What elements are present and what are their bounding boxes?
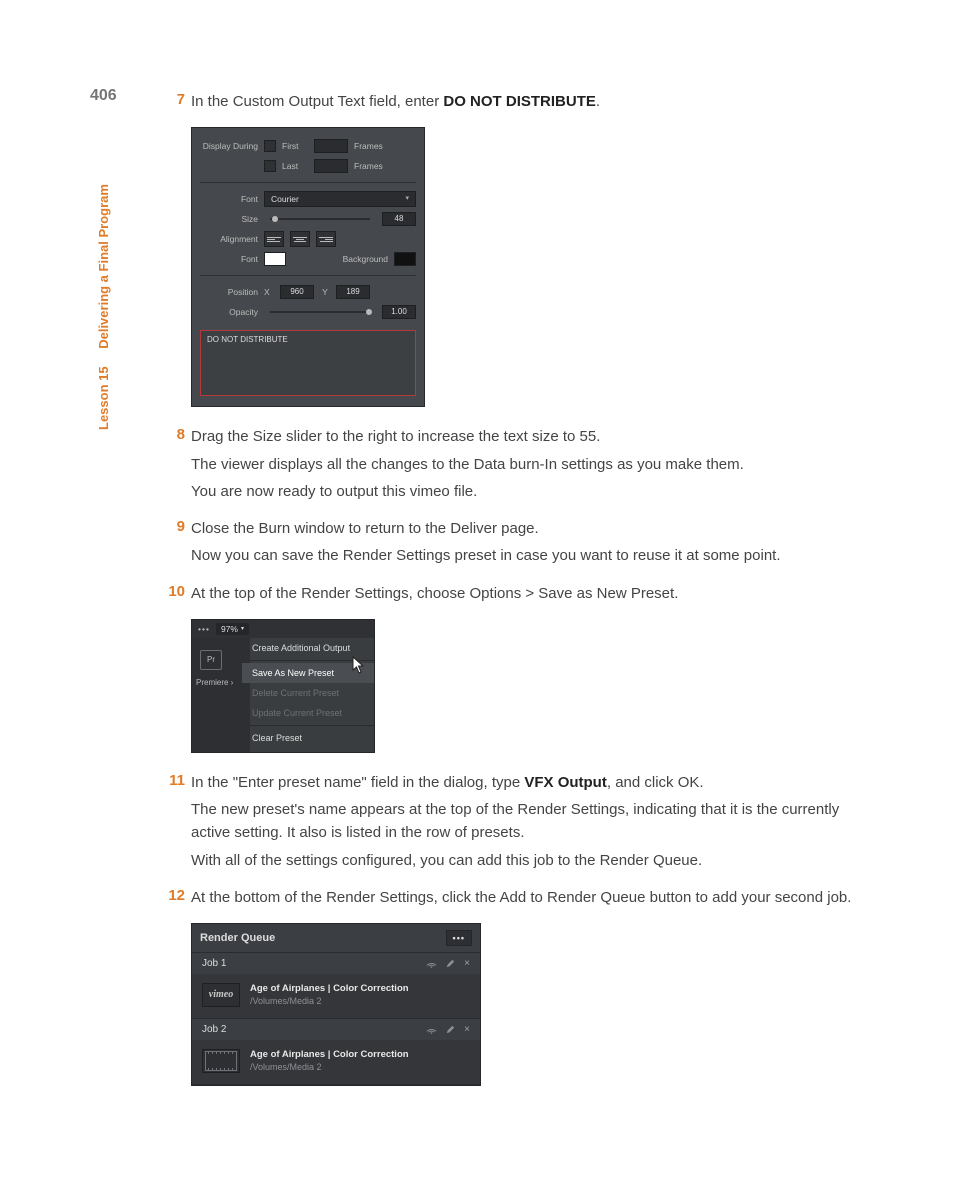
remote-render-icon[interactable]: [426, 958, 437, 969]
first-frames-input[interactable]: [314, 139, 348, 153]
position-label: Position: [200, 287, 258, 297]
chevron-down-icon: ▾: [241, 625, 244, 632]
side-running-head: Lesson 15 Delivering a Final Program: [96, 184, 111, 430]
step-number: 11: [155, 771, 185, 789]
premiere-preset-icon: Pr: [200, 650, 222, 670]
step-text: At the bottom of the Render Settings, cl…: [191, 886, 864, 909]
frames-label: Frames: [354, 161, 383, 171]
step-number: 12: [155, 886, 185, 904]
edit-job-icon[interactable]: [445, 958, 456, 969]
last-frames-input[interactable]: [314, 159, 348, 173]
size-slider[interactable]: [270, 218, 370, 220]
background-label: Background: [343, 254, 388, 264]
film-clip-icon: [205, 1051, 237, 1071]
render-queue-job: Job 1 × vimeo Age of Airplanes | Color C…: [192, 953, 480, 1019]
font-label: Font: [200, 194, 258, 204]
render-queue-panel: Render Queue ••• Job 1 × vime: [191, 923, 481, 1086]
render-queue-title: Render Queue: [200, 932, 275, 944]
vimeo-logo: vimeo: [209, 989, 233, 1000]
menu-delete-current-preset: Delete Current Preset: [242, 683, 374, 703]
display-first-checkbox[interactable]: [264, 140, 276, 152]
frames-label: Frames: [354, 141, 383, 151]
premiere-label: Premiere ›: [196, 678, 246, 687]
opacity-value[interactable]: 1.00: [382, 305, 416, 319]
step-7: 7 In the Custom Output Text field, enter…: [155, 90, 864, 117]
step-number: 9: [155, 517, 185, 535]
render-queue-job: Job 2 × Age of Airplanes | Color Correct: [192, 1019, 480, 1085]
background-color-swatch[interactable]: [394, 252, 416, 266]
font-dropdown[interactable]: Courier ▾: [264, 191, 416, 207]
job-path: /Volumes/Media 2: [250, 1061, 409, 1074]
menu-update-current-preset: Update Current Preset: [242, 703, 374, 723]
step-text: The viewer displays all the changes to t…: [191, 453, 864, 476]
job-title: Age of Airplanes | Color Correction: [250, 1048, 409, 1061]
last-label: Last: [282, 161, 308, 171]
remote-render-icon[interactable]: [426, 1024, 437, 1035]
step-text: In the Custom Output Text field, enter D…: [191, 90, 864, 113]
job-title: Age of Airplanes | Color Correction: [250, 982, 409, 995]
position-x-input[interactable]: 960: [280, 285, 314, 299]
font-color-label: Font: [200, 254, 258, 264]
y-label: Y: [320, 287, 330, 297]
remove-job-button[interactable]: ×: [464, 1024, 470, 1035]
menu-create-additional-output[interactable]: Create Additional Output: [242, 638, 374, 658]
step-number: 7: [155, 90, 185, 108]
x-label: X: [264, 287, 274, 297]
options-dropdown-menu: Create Additional Output Save As New Pre…: [242, 638, 374, 748]
lesson-title: Delivering a Final Program: [96, 184, 111, 349]
font-color-swatch[interactable]: [264, 252, 286, 266]
job-label: Job 1: [202, 958, 226, 969]
job-label: Job 2: [202, 1024, 226, 1035]
display-during-label: Display During: [200, 141, 258, 151]
size-value[interactable]: 48: [382, 212, 416, 226]
step-text: In the "Enter preset name" field in the …: [191, 771, 864, 794]
step-9: 9 Close the Burn window to return to the…: [155, 517, 864, 572]
step-10: 10 At the top of the Render Settings, ch…: [155, 582, 864, 609]
more-icon[interactable]: •••: [198, 624, 210, 634]
cursor-icon: [352, 656, 366, 674]
zoom-dropdown[interactable]: 97% ▾: [216, 623, 249, 635]
render-queue-options-button[interactable]: •••: [446, 930, 472, 946]
step-number: 10: [155, 582, 185, 600]
align-center-button[interactable]: [290, 231, 310, 247]
step-text: You are now ready to output this vimeo f…: [191, 480, 864, 503]
opacity-label: Opacity: [200, 307, 258, 317]
burn-in-settings-panel: Display During First Frames Last Frames …: [191, 127, 425, 407]
lesson-number: Lesson 15: [96, 366, 111, 430]
step-number: 8: [155, 425, 185, 443]
step-text: Close the Burn window to return to the D…: [191, 517, 864, 540]
step-text: With all of the settings configured, you…: [191, 849, 864, 872]
edit-job-icon[interactable]: [445, 1024, 456, 1035]
position-y-input[interactable]: 189: [336, 285, 370, 299]
step-8: 8 Drag the Size slider to the right to i…: [155, 425, 864, 507]
job-thumbnail: vimeo: [202, 983, 240, 1007]
align-right-button[interactable]: [316, 231, 336, 247]
step-text: At the top of the Render Settings, choos…: [191, 582, 864, 605]
step-11: 11 In the "Enter preset name" field in t…: [155, 771, 864, 876]
page-number: 406: [90, 87, 117, 105]
first-label: First: [282, 141, 308, 151]
step-text: The new preset's name appears at the top…: [191, 798, 864, 845]
menu-clear-preset[interactable]: Clear Preset: [242, 728, 374, 748]
align-left-button[interactable]: [264, 231, 284, 247]
step-text: Drag the Size slider to the right to inc…: [191, 425, 864, 448]
size-label: Size: [200, 214, 258, 224]
options-menu-panel: ••• 97% ▾ Pr Premiere › Create Additiona…: [191, 619, 375, 753]
job-thumbnail: [202, 1049, 240, 1073]
chevron-down-icon: ▾: [405, 192, 409, 206]
opacity-slider[interactable]: [270, 311, 370, 313]
remove-job-button[interactable]: ×: [464, 958, 470, 969]
display-last-checkbox[interactable]: [264, 160, 276, 172]
job-path: /Volumes/Media 2: [250, 995, 409, 1008]
step-text: Now you can save the Render Settings pre…: [191, 544, 864, 567]
alignment-label: Alignment: [200, 234, 258, 244]
step-12: 12 At the bottom of the Render Settings,…: [155, 886, 864, 913]
custom-output-text-field[interactable]: DO NOT DISTRIBUTE: [200, 330, 416, 396]
